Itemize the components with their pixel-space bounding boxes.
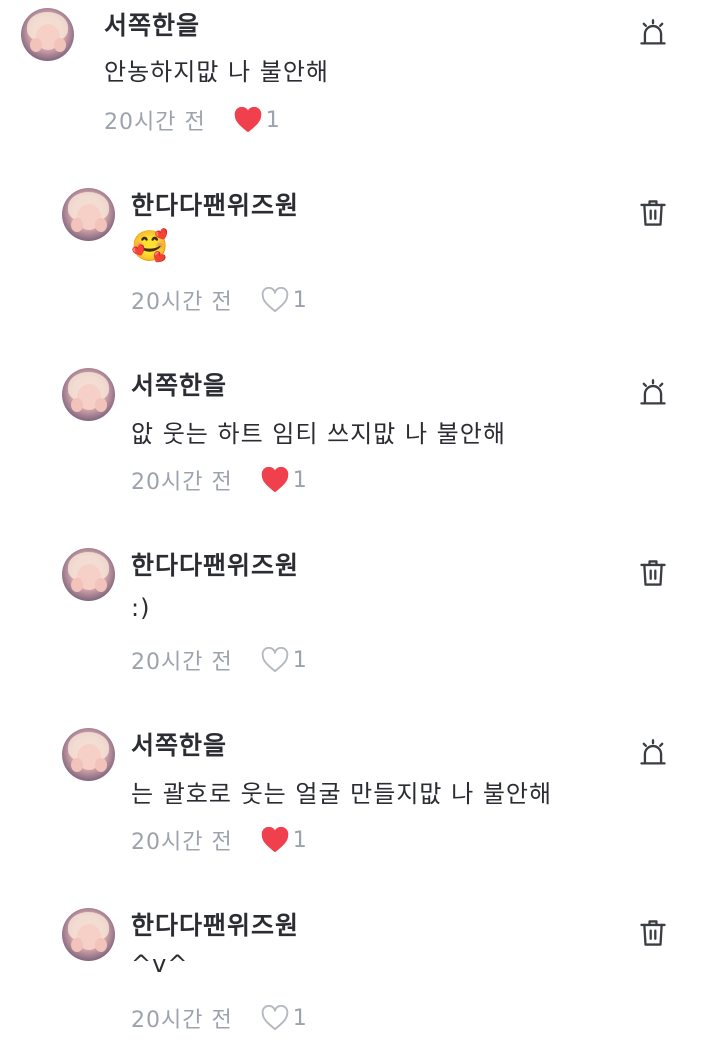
like-button[interactable]: 1	[234, 107, 280, 133]
comment-text: 안농하지맚 나 불안해	[104, 58, 329, 86]
like-count: 1	[265, 107, 280, 133]
report-button[interactable]	[636, 378, 670, 412]
avatar[interactable]	[62, 188, 115, 241]
like-button[interactable]: 1	[261, 1005, 307, 1031]
delete-button[interactable]	[636, 198, 670, 232]
delete-button[interactable]	[636, 918, 670, 952]
delete-button[interactable]	[636, 558, 670, 592]
like-button[interactable]: 1	[261, 467, 307, 493]
comment-time: 20시간 전	[131, 1008, 233, 1033]
like-count: 1	[292, 827, 307, 853]
report-button[interactable]	[636, 18, 670, 52]
like-count: 1	[292, 1005, 307, 1031]
comment-text: :)	[131, 594, 151, 622]
heart-outline-icon	[261, 287, 289, 313]
comment-time: 20시간 전	[131, 830, 233, 855]
report-button[interactable]	[636, 738, 670, 772]
heart-icon	[234, 107, 262, 133]
heart-icon	[261, 467, 289, 493]
like-button[interactable]: 1	[261, 287, 307, 313]
reply-item: 서쪽한을 는 괄호로 웃는 얼굴 만들지맚 나 불안해 20시간 전 1	[0, 720, 710, 870]
comment-emoji: 🥰	[131, 229, 169, 264]
like-count: 1	[292, 287, 307, 313]
like-count: 1	[292, 647, 307, 673]
comment-author[interactable]: 서쪽한을	[131, 726, 227, 762]
comment-time: 20시간 전	[131, 650, 233, 675]
report-siren-icon	[638, 378, 668, 412]
report-siren-icon	[638, 738, 668, 772]
like-button[interactable]: 1	[261, 827, 307, 853]
comment-meta: 20시간 전 1	[131, 644, 307, 676]
reply-item: 한다다팬위즈원 :) 20시간 전 1	[0, 540, 710, 690]
comment-time: 20시간 전	[131, 470, 233, 495]
trash-icon	[639, 918, 667, 952]
comment-meta: 20시간 전 1	[131, 1002, 307, 1034]
comment-text: 앖 웃는 하트 임티 쓰지맚 나 불안해	[131, 420, 506, 448]
comment-time: 20시간 전	[131, 290, 233, 315]
comment-author[interactable]: 한다다팬위즈원	[131, 546, 299, 582]
trash-icon	[639, 198, 667, 232]
heart-outline-icon	[261, 1005, 289, 1031]
heart-outline-icon	[261, 647, 289, 673]
comment-meta: 20시간 전 1	[131, 464, 307, 496]
heart-icon	[261, 827, 289, 853]
avatar[interactable]	[62, 728, 115, 781]
like-button[interactable]: 1	[261, 647, 307, 673]
avatar[interactable]	[21, 8, 74, 61]
comment-meta: 20시간 전 1	[131, 824, 307, 856]
comment-author[interactable]: 서쪽한을	[104, 6, 200, 42]
comment-time: 20시간 전	[104, 110, 206, 135]
comment-text: 는 괄호로 웃는 얼굴 만들지맚 나 불안해	[131, 780, 553, 808]
comment-item: 서쪽한을 안농하지맚 나 불안해 20시간 전 1	[0, 0, 710, 150]
comment-meta: 20시간 전 1	[131, 284, 307, 316]
comment-author[interactable]: 서쪽한을	[131, 366, 227, 402]
reply-item: 한다다팬위즈원 🥰 20시간 전 1	[0, 180, 710, 330]
trash-icon	[639, 558, 667, 592]
report-siren-icon	[638, 18, 668, 52]
avatar[interactable]	[62, 908, 115, 961]
reply-item: 서쪽한을 앖 웃는 하트 임티 쓰지맚 나 불안해 20시간 전 1	[0, 360, 710, 510]
comment-text: ^v^	[131, 950, 189, 978]
like-count: 1	[292, 467, 307, 493]
avatar[interactable]	[62, 368, 115, 421]
comment-author[interactable]: 한다다팬위즈원	[131, 186, 299, 222]
reply-item: 한다다팬위즈원 ^v^ 20시간 전 1	[0, 900, 710, 1050]
comment-meta: 20시간 전 1	[104, 104, 280, 136]
comment-author[interactable]: 한다다팬위즈원	[131, 906, 299, 942]
avatar[interactable]	[62, 548, 115, 601]
